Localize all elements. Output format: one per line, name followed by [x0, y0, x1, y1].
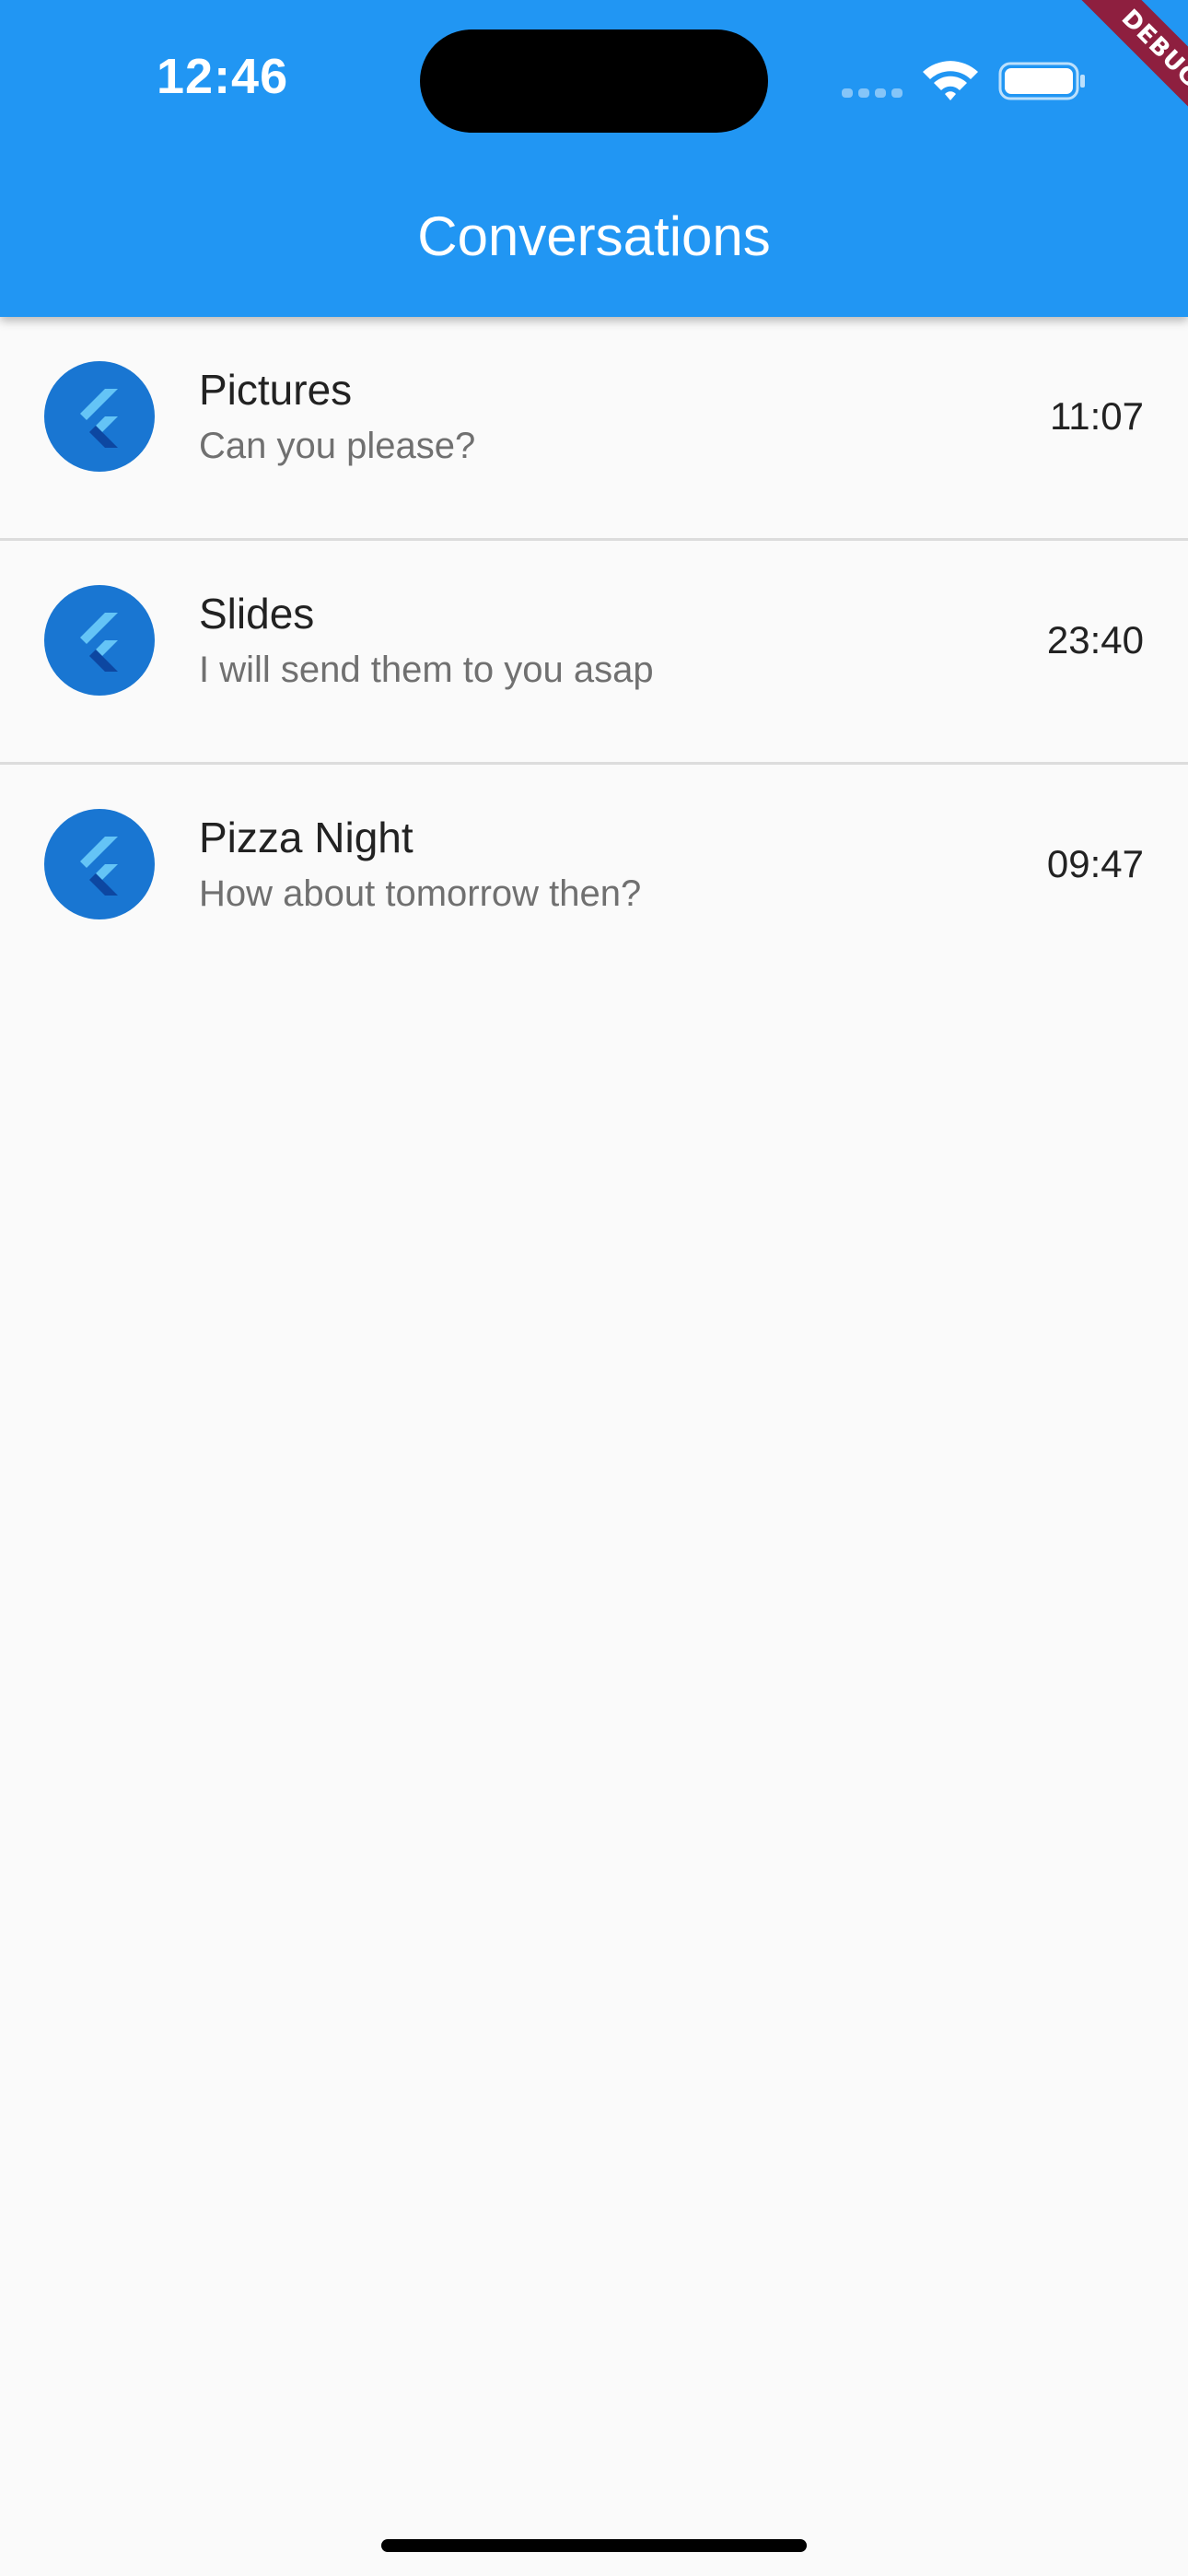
status-time: 12:46 [157, 49, 289, 104]
conversation-preview: How about tomorrow then? [199, 873, 642, 914]
conversation-time: 09:47 [1046, 842, 1144, 885]
conversation-item-pizza-night[interactable]: Pizza Night How about tomorrow then? 09:… [0, 765, 1188, 986]
avatar [44, 361, 155, 472]
conversation-title: Slides [199, 590, 315, 638]
conversation-item-pictures[interactable]: Pictures Can you please? 11:07 [0, 317, 1188, 541]
conversation-time: 11:07 [1050, 394, 1144, 438]
conversation-title: Pictures [199, 366, 353, 414]
conversation-list: Pictures Can you please? 11:07 Slides I … [0, 317, 1188, 986]
flutter-logo-icon [80, 389, 118, 448]
conversation-time: 23:40 [1046, 618, 1144, 662]
debug-banner: DEBUG [1013, 0, 1188, 157]
cellular-signal-icon [842, 85, 906, 100]
app-bar: 12:46 Conversations DEBUG [0, 0, 1188, 317]
home-indicator[interactable] [381, 2539, 807, 2552]
avatar [44, 585, 155, 696]
conversation-title: Pizza Night [199, 814, 413, 861]
flutter-logo-icon [80, 837, 118, 896]
flutter-logo-icon [80, 613, 118, 672]
avatar [44, 809, 155, 919]
conversation-preview: I will send them to you asap [199, 650, 654, 690]
dynamic-island [420, 29, 768, 133]
debug-banner-label: DEBUG [1060, 0, 1188, 149]
page-title: Conversations [417, 205, 771, 267]
conversation-preview: Can you please? [199, 426, 476, 466]
wifi-icon [921, 57, 980, 101]
conversation-item-slides[interactable]: Slides I will send them to you asap 23:4… [0, 541, 1188, 765]
